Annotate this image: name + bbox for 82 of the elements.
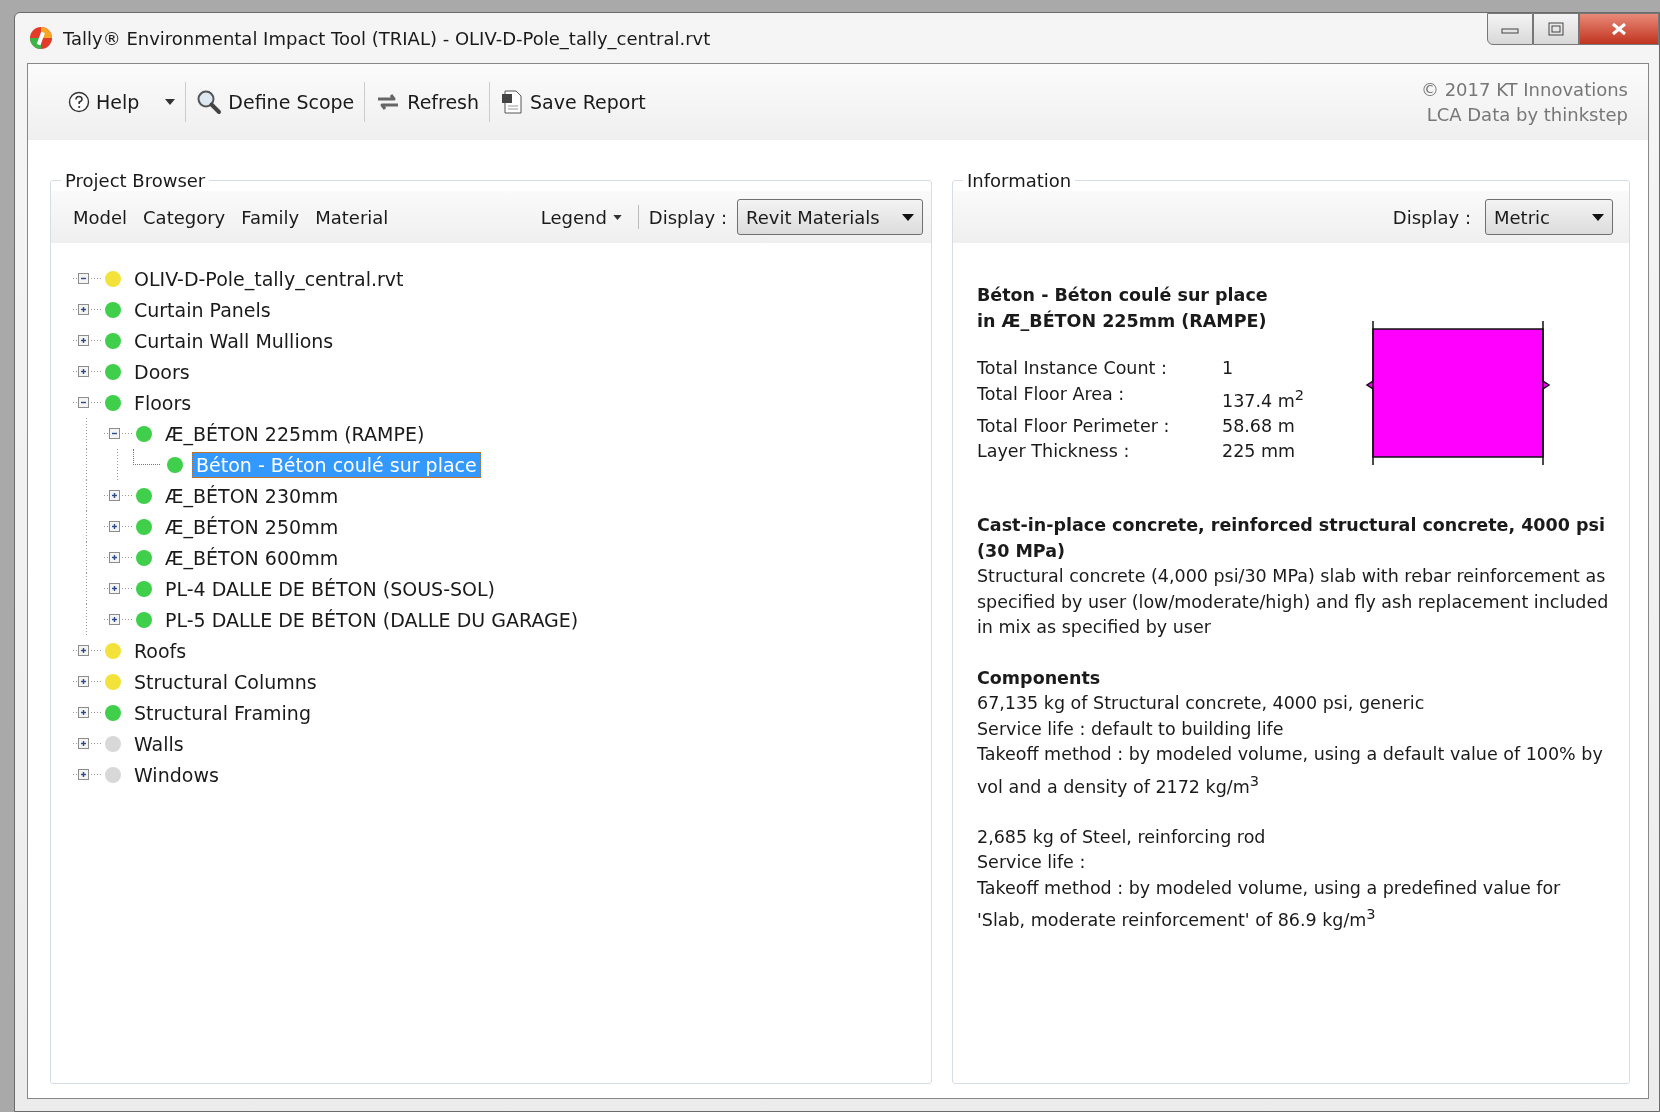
expand-toggle[interactable] (78, 645, 89, 656)
display-dropdown[interactable]: Revit Materials (737, 199, 923, 235)
window-title: Tally® Environmental Impact Tool (TRIAL) - OLIV-D-Pole_tally_central.rvt (63, 27, 711, 49)
expand-toggle[interactable] (109, 521, 120, 532)
material-title: Cast-in-place concrete, reinforced structural concrete, 4000 psi (30 MPa) (977, 514, 1606, 563)
panel-title: Information (966, 170, 1073, 191)
collapse-toggle[interactable] (78, 397, 89, 408)
component-line: 67,135 kg of Structural concrete, 4000 psi, generic (977, 692, 1426, 715)
minimize-button[interactable] (1487, 13, 1533, 45)
credit-text: LCA Data by thinkstep (1426, 103, 1628, 127)
display-label: Display : (648, 206, 727, 228)
toolbar-button[interactable]: Refresh (365, 87, 490, 117)
view-tab[interactable]: Model (67, 204, 134, 230)
components-title: Components (977, 666, 1102, 690)
expand-toggle[interactable] (109, 490, 120, 501)
search-icon (196, 89, 223, 115)
tree-item[interactable]: Æ_BÉTON 600mm (161, 544, 343, 571)
property-value: 225 mm (1222, 440, 1297, 464)
app-logo-icon (29, 26, 53, 50)
tree-item[interactable]: PL-5 DALLE DE BÉTON (DALLE DU GARAGE) (161, 606, 583, 633)
tree-item[interactable]: Æ_BÉTON 230mm (161, 482, 343, 509)
maximize-icon (1548, 22, 1564, 36)
expand-toggle[interactable] (78, 769, 89, 780)
tree-item[interactable]: Walls (130, 730, 188, 757)
tree-item[interactable]: Doors (130, 358, 194, 385)
toolbar-button[interactable]: Define Scope (186, 85, 365, 119)
property-value: 1 (1222, 357, 1235, 380)
property-label: Total Instance Count : (977, 357, 1168, 380)
toolbar-button[interactable]: Help (58, 87, 186, 117)
credit-text: © 2017 KT Innovations (1420, 78, 1628, 102)
display-label: Display : (1392, 206, 1471, 228)
close-icon (1610, 22, 1628, 36)
close-button[interactable] (1579, 13, 1659, 45)
expand-toggle[interactable] (78, 707, 89, 718)
expand-toggle[interactable] (78, 676, 89, 687)
expand-toggle[interactable] (109, 614, 120, 625)
maximize-button[interactable] (1533, 13, 1579, 45)
tree-item[interactable]: OLIV-D-Pole_tally_central.rvt (130, 265, 408, 292)
help-icon (68, 91, 90, 113)
material-heading: in Æ_BÉTON 225mm (RAMPE) (977, 309, 1268, 333)
expand-toggle[interactable] (78, 738, 89, 749)
expand-toggle[interactable] (109, 583, 120, 594)
panel-title: Project Browser (64, 170, 207, 191)
legend-button[interactable]: Legend (534, 204, 628, 230)
expand-toggle[interactable] (109, 552, 120, 563)
component-line: Takeoff method : by modeled volume, using a predefined value for 'Slab, moderate reinforcement' of 86.9 kg/m$^{3}$ (977, 876, 1562, 933)
component-line: Service life : (977, 851, 1087, 875)
tree-item[interactable]: Æ_BÉTON 225mm (RAMPE) (161, 420, 429, 447)
display-dropdown[interactable]: Metric (1485, 199, 1613, 235)
component-line: Service life : default to building life (977, 717, 1285, 741)
caret-icon (165, 99, 176, 105)
tree-item[interactable]: Æ_BÉTON 250mm (161, 513, 343, 540)
expand-toggle[interactable] (78, 366, 89, 377)
material-description: Structural concrete (4,000 psi/30 MPa) slab with rebar reinforcement as specified by user (low/moderate/high) and fly ash replacement included in mix as specified by user (977, 565, 1610, 639)
property-label: Total Floor Area : (977, 382, 1126, 406)
material-heading: Béton - Béton coulé sur place (977, 284, 1269, 307)
tree-item[interactable]: Roofs (130, 637, 191, 664)
property-value: 58.68 m (1222, 414, 1296, 438)
property-value: 137.4 m$^{2}$ (1222, 384, 1304, 413)
dropdown-arrow-icon (1592, 213, 1604, 221)
tree-item[interactable]: Curtain Panels (130, 296, 275, 323)
dropdown-arrow-icon (902, 213, 914, 221)
view-tab[interactable]: Material (309, 204, 395, 230)
toolbar-button[interactable]: Save Report (490, 85, 656, 119)
expand-toggle[interactable] (78, 304, 89, 315)
property-label: Total Floor Perimeter : (977, 414, 1171, 438)
tree-item[interactable]: Structural Framing (130, 699, 315, 726)
caret-icon (612, 214, 622, 220)
document-icon (500, 89, 525, 115)
collapse-toggle[interactable] (78, 273, 89, 284)
view-tab[interactable]: Category (137, 204, 232, 230)
tree-item[interactable]: Curtain Wall Mullions (130, 327, 338, 354)
component-line: 2,685 kg of Steel, reinforcing rod (977, 825, 1267, 849)
view-tab[interactable]: Family (235, 204, 306, 230)
expand-toggle[interactable] (78, 335, 89, 346)
tree-item[interactable]: PL-4 DALLE DE BÉTON (SOUS-SOL) (161, 575, 499, 602)
component-line: Takeoff method : by modeled volume, using a default value of 100% by vol and a density of 2172 kg/m$^{3}$ (977, 743, 1604, 799)
collapse-toggle[interactable] (109, 428, 120, 439)
tree-item[interactable]: Structural Columns (130, 668, 321, 695)
property-label: Layer Thickness : (977, 440, 1131, 464)
tree-item[interactable]: Floors (130, 389, 196, 416)
tree-item[interactable]: Windows (130, 761, 223, 788)
